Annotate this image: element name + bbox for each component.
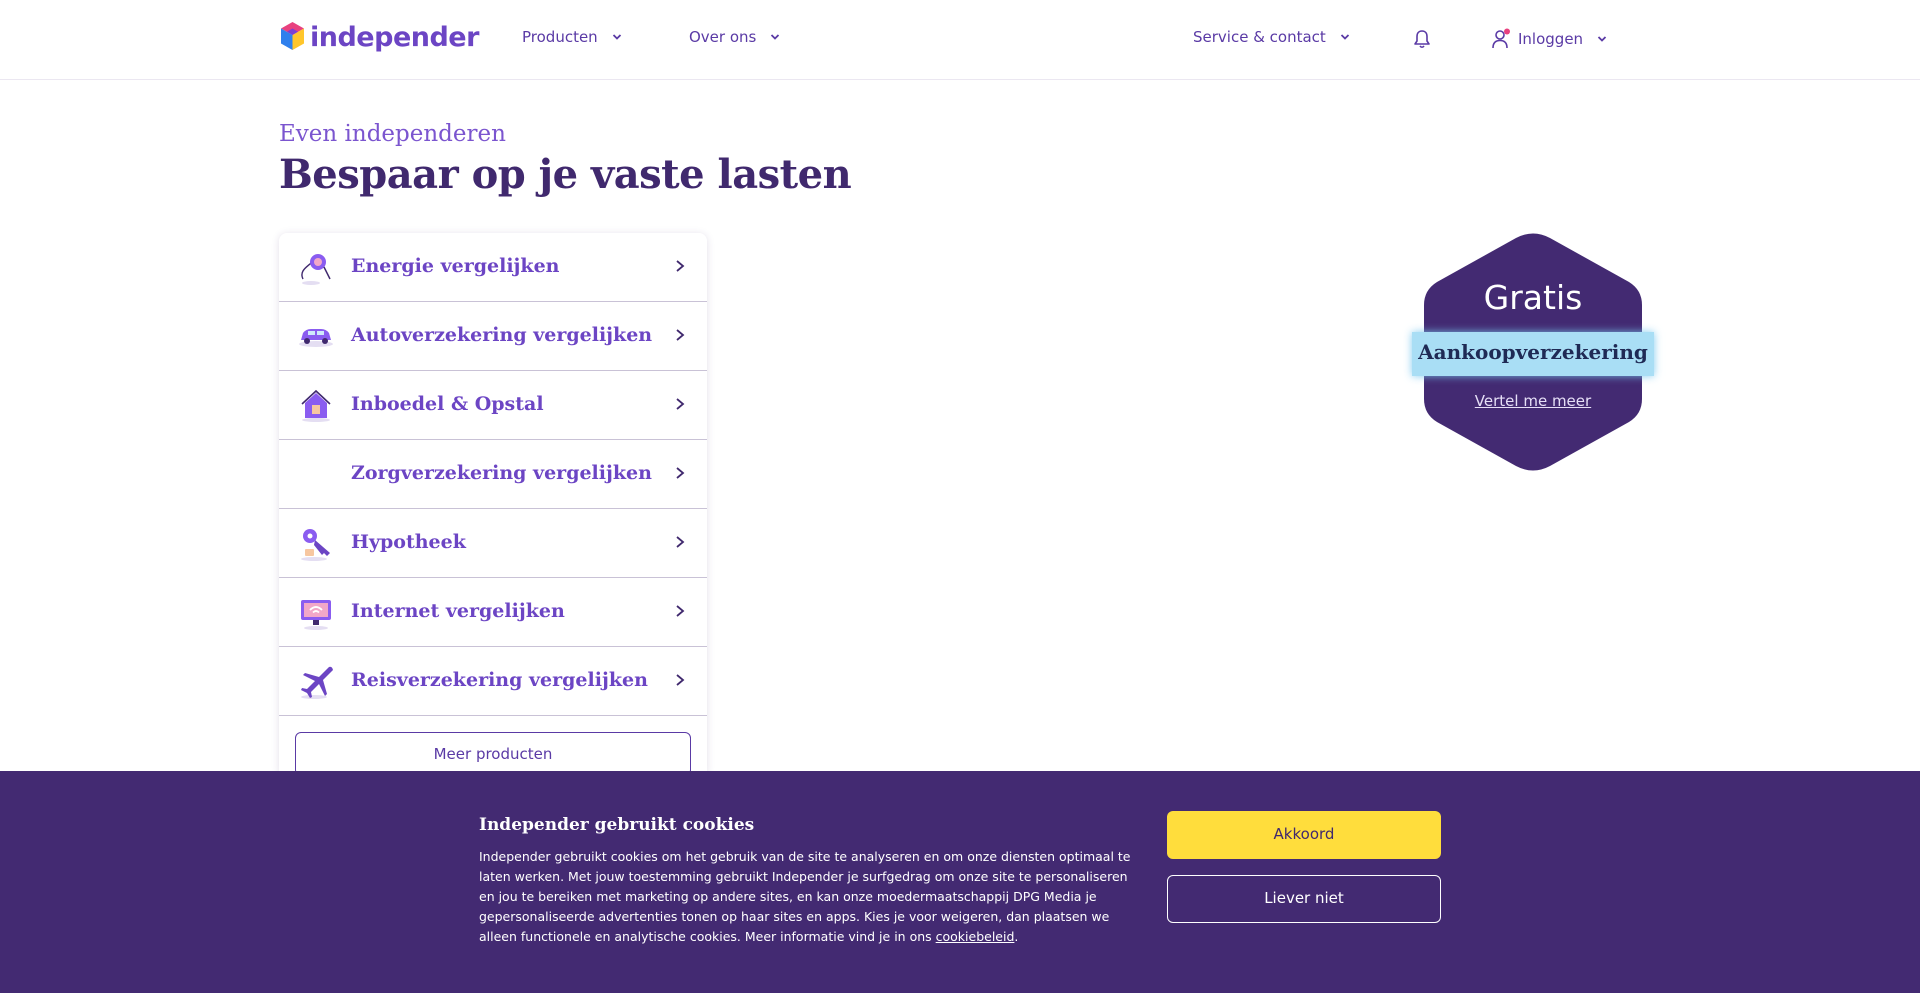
energy-plug-icon: [301, 254, 331, 285]
login-label: Inloggen: [1518, 30, 1584, 48]
product-label: Energie vergelijken: [351, 255, 560, 277]
key-icon: [301, 529, 330, 561]
promo-badge: Gratis Aankoopverzekering Vertel me meer: [1412, 232, 1654, 472]
product-list: Energie vergelijken Autoverzekering verg…: [279, 233, 707, 773]
bell-icon[interactable]: [1411, 28, 1433, 50]
airplane-icon: [301, 666, 333, 699]
user-icon: [1492, 28, 1510, 49]
chevron-down-icon: [1340, 34, 1349, 40]
nav-service-contact-label: Service & contact: [1193, 28, 1326, 46]
chevron-down-icon: [771, 34, 780, 40]
chevron-right-icon: [676, 536, 685, 548]
site-header: independer Producten Over ons Service & …: [0, 0, 1920, 80]
chevron-right-icon: [676, 467, 685, 479]
product-item-zorgverzekering[interactable]: Zorgverzekering vergelijken: [279, 440, 707, 509]
decline-button[interactable]: Liever niet: [1167, 875, 1441, 923]
login-menu[interactable]: Inloggen: [1492, 28, 1607, 50]
product-item-hypotheek[interactable]: Hypotheek: [279, 509, 707, 578]
chevron-down-icon: [1597, 36, 1607, 42]
badge-link[interactable]: Vertel me meer: [1412, 392, 1654, 410]
product-item-internet[interactable]: Internet vergelijken: [279, 578, 707, 647]
nav-service-contact[interactable]: Service & contact: [1193, 28, 1350, 46]
accept-button[interactable]: Akkoord: [1167, 811, 1441, 859]
chevron-right-icon: [676, 674, 685, 686]
product-label: Zorgverzekering vergelijken: [351, 462, 652, 484]
logo-cube-icon: [281, 22, 304, 50]
monitor-wifi-icon: [301, 600, 331, 630]
cookie-banner: Independer gebruikt cookies Independer g…: [0, 771, 1920, 993]
nav-over-ons-label: Over ons: [689, 28, 757, 46]
product-label: Autoverzekering vergelijken: [351, 324, 653, 346]
page-title: Bespaar op je vaste lasten: [279, 151, 852, 198]
cookie-period: .: [1014, 929, 1019, 944]
cookie-body: Independer gebruikt cookies om het gebru…: [479, 849, 1131, 944]
chevron-right-icon: [676, 329, 685, 341]
chevron-right-icon: [676, 260, 685, 272]
chevron-right-icon: [676, 605, 685, 617]
house-icon: [301, 389, 331, 422]
product-item-reisverzekering[interactable]: Reisverzekering vergelijken: [279, 647, 707, 716]
chevron-down-icon: [612, 34, 621, 40]
more-products-button[interactable]: Meer producten: [295, 732, 691, 773]
nav-producten-label: Producten: [522, 28, 598, 46]
hero-kicker: Even independeren: [279, 121, 506, 147]
logo-text: independer: [310, 21, 479, 53]
nav-over-ons[interactable]: Over ons: [689, 28, 780, 46]
product-label: Hypotheek: [351, 531, 466, 553]
badge-ribbon: Aankoopverzekering: [1412, 332, 1654, 376]
product-item-autoverzekering[interactable]: Autoverzekering vergelijken: [279, 302, 707, 371]
product-item-inboedel-opstal[interactable]: Inboedel & Opstal: [279, 371, 707, 440]
product-label: Reisverzekering vergelijken: [351, 669, 648, 691]
product-label: Inboedel & Opstal: [351, 393, 544, 415]
badge-title: Gratis: [1483, 278, 1583, 317]
cookie-title: Independer gebruikt cookies: [479, 815, 755, 835]
nav-producten[interactable]: Producten: [522, 28, 622, 46]
cookie-text: Independer gebruikt cookies om het gebru…: [479, 847, 1135, 947]
car-icon: [299, 329, 333, 347]
logo[interactable]: independer: [279, 20, 479, 54]
product-item-energie[interactable]: Energie vergelijken: [279, 233, 707, 302]
product-label: Internet vergelijken: [351, 600, 565, 622]
cookie-policy-link[interactable]: cookiebeleid: [936, 929, 1015, 944]
chevron-right-icon: [676, 398, 685, 410]
